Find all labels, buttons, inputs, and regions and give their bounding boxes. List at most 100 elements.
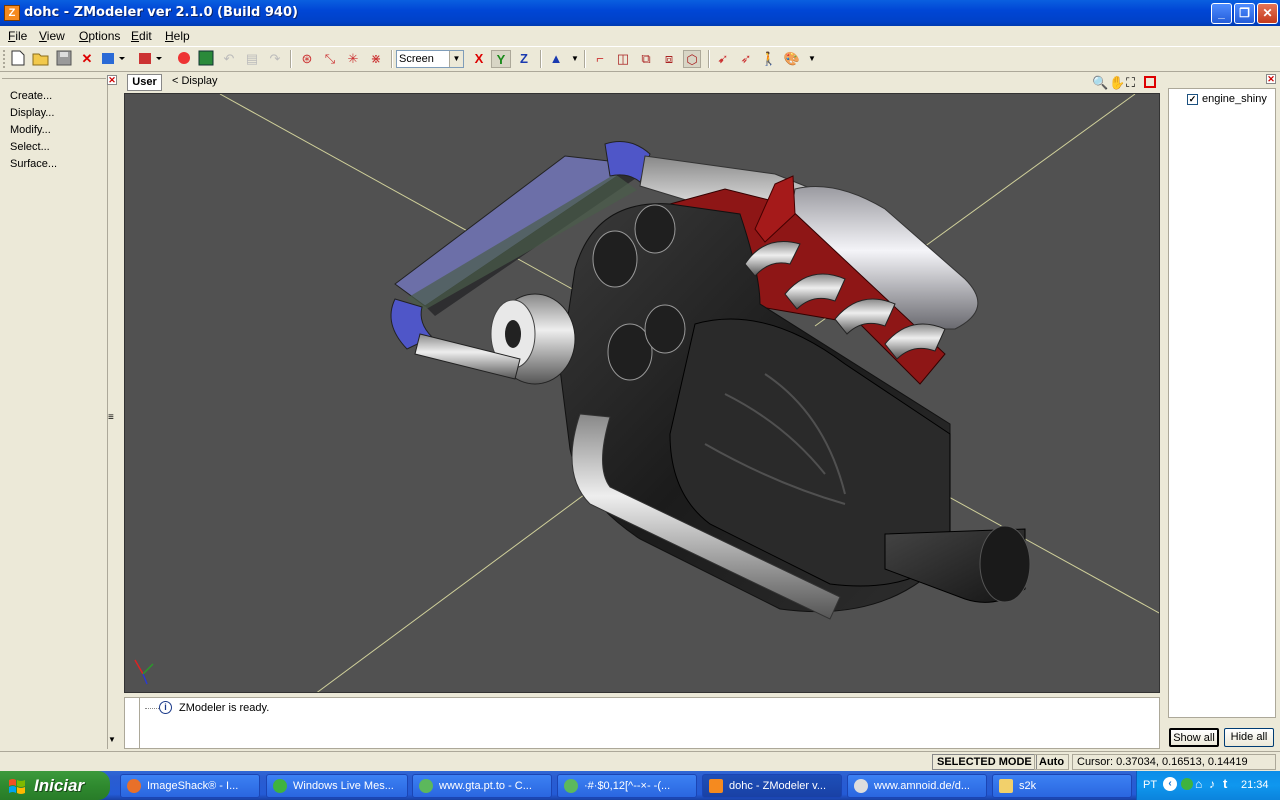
delete-icon[interactable]: ✕ xyxy=(78,50,96,68)
select-vertex-icon[interactable]: ⌐ xyxy=(591,50,609,68)
3d-viewport[interactable] xyxy=(124,93,1160,693)
menu-file[interactable]: File xyxy=(8,29,27,43)
minimize-button[interactable]: _ xyxy=(1211,3,1232,24)
pivot-cone-icon[interactable]: ▲ xyxy=(547,50,565,68)
maximize-viewport-icon[interactable] xyxy=(1144,76,1156,88)
menu-view[interactable]: View xyxy=(39,29,65,43)
command-select[interactable]: Select... xyxy=(10,141,50,153)
command-modify[interactable]: Modify... xyxy=(10,124,51,136)
browser-icon xyxy=(854,779,868,793)
open-folder-icon[interactable] xyxy=(32,50,50,68)
undo-icon[interactable]: ↶ xyxy=(220,50,238,68)
breadcrumb[interactable]: < Display xyxy=(172,75,218,87)
command-panel: ✕ Create... Display... Modify... Select.… xyxy=(0,73,120,750)
log-message: ZModeler is ready. xyxy=(179,702,270,714)
view-name-tab[interactable]: User xyxy=(127,74,162,91)
clipboard-icon[interactable]: ▤ xyxy=(243,50,261,68)
taskbar-item-s2k-folder[interactable]: s2k xyxy=(992,774,1132,798)
toolbar-separator xyxy=(540,50,542,68)
panel-divider xyxy=(2,78,106,79)
start-button[interactable]: Iniciar xyxy=(0,771,110,800)
objects-close-icon[interactable]: ✕ xyxy=(1266,74,1276,84)
record-icon[interactable] xyxy=(175,50,193,68)
select-object-icon[interactable]: ⧈ xyxy=(660,50,678,68)
chevron-down-icon: ▼ xyxy=(449,51,463,67)
tool-magnet-icon[interactable]: ⊛ xyxy=(298,50,316,68)
object-visibility-checkbox[interactable]: ✓ xyxy=(1187,94,1198,105)
tray-app-icon[interactable]: t xyxy=(1223,776,1227,791)
chevron-down-icon[interactable]: ▼ xyxy=(803,50,821,68)
toolbar-separator xyxy=(290,50,292,68)
scroll-down-icon[interactable]: ▼ xyxy=(108,735,116,744)
title-bar: Z dohc - ZModeler ver 2.1.0 (Build 940) … xyxy=(0,0,1280,26)
zmodeler-icon xyxy=(709,779,723,793)
tool-axis-rotate-icon[interactable]: ✳ xyxy=(344,50,362,68)
tool-palette-icon[interactable]: 🎨 xyxy=(783,50,801,68)
tool-axis-move-icon[interactable]: ⤡ xyxy=(321,50,339,68)
new-file-icon[interactable] xyxy=(9,50,27,68)
render-icon[interactable] xyxy=(197,50,215,68)
menu-options[interactable]: Options xyxy=(79,29,120,43)
axis-y-toggle[interactable]: Y xyxy=(491,50,511,68)
redo-icon[interactable]: ↷ xyxy=(266,50,284,68)
axis-z-toggle[interactable]: Z xyxy=(514,50,534,68)
messenger-icon xyxy=(273,779,287,793)
taskbar-item-messenger[interactable]: Windows Live Mes... xyxy=(266,774,408,798)
command-display[interactable]: Display... xyxy=(10,107,54,119)
object-name[interactable]: engine_shiny xyxy=(1202,93,1267,105)
command-surface[interactable]: Surface... xyxy=(10,158,57,170)
clock[interactable]: 21:34 xyxy=(1241,779,1269,791)
language-indicator[interactable]: PT xyxy=(1143,779,1157,791)
windows-flag-icon xyxy=(9,779,25,794)
tray-expand-icon[interactable]: ‹ xyxy=(1163,777,1177,791)
window-title: dohc - ZModeler ver 2.1.0 (Build 940) xyxy=(24,5,298,20)
fit-view-icon[interactable]: ⛶ xyxy=(1126,75,1135,91)
message-log: i ZModeler is ready. xyxy=(124,697,1160,749)
select-all-mode-icon[interactable]: ⬡ xyxy=(683,50,701,68)
tool-arrow-icon[interactable]: ➹ xyxy=(714,50,732,68)
cursor-coordinates: Cursor: 0.37034, 0.16513, 0.14419 xyxy=(1072,754,1276,770)
save-icon[interactable] xyxy=(55,50,73,68)
chevron-down-icon[interactable]: ▼ xyxy=(566,50,584,68)
zmodeler-app-icon[interactable]: Z xyxy=(4,5,20,21)
close-button[interactable]: ✕ xyxy=(1257,3,1278,24)
taskbar-item-imageshack[interactable]: ImageShack® - I... xyxy=(120,774,260,798)
show-all-button[interactable]: Show all xyxy=(1169,728,1219,747)
command-create[interactable]: Create... xyxy=(10,90,52,102)
taskbar-item-amnoid[interactable]: www.amnoid.de/d... xyxy=(847,774,987,798)
messenger-tray-icon[interactable] xyxy=(1181,778,1193,790)
taskbar: Iniciar ImageShack® - I... Windows Live … xyxy=(0,771,1280,800)
pan-hand-icon[interactable]: ✋ xyxy=(1109,75,1125,91)
tool-axis-scale-icon[interactable]: ⋇ xyxy=(367,50,385,68)
system-tray: PT ‹ ⌂ ♪ t 21:34 xyxy=(1136,771,1280,800)
toolbar-grip[interactable] xyxy=(3,50,6,68)
taskbar-item-chat[interactable]: ·#·$0,12[^--×- -(... xyxy=(557,774,697,798)
taskbar-item-zmodeler[interactable]: dohc - ZModeler v... xyxy=(702,774,842,798)
menu-edit[interactable]: Edit xyxy=(131,29,152,43)
firefox-icon xyxy=(127,779,141,793)
viewport-header: < Display 🔍 ✋ ⛶ xyxy=(124,73,1160,93)
zoom-icon[interactable]: 🔍 xyxy=(1092,75,1108,91)
tree-line xyxy=(145,708,159,709)
axis-x-toggle[interactable]: X xyxy=(469,50,489,68)
menu-help[interactable]: Help xyxy=(165,29,190,43)
view-space-select[interactable]: Screen ▼ xyxy=(396,50,464,68)
tool-walker-icon[interactable]: 🚶 xyxy=(760,50,778,68)
taskbar-item-gta-forum[interactable]: www.gta.pt.to - C... xyxy=(412,774,552,798)
chat-icon xyxy=(564,779,578,793)
folder-icon xyxy=(999,779,1013,793)
splitter-grip-icon[interactable]: ≡ xyxy=(108,412,114,423)
select-face-icon[interactable]: ⧉ xyxy=(637,50,655,68)
hide-all-button[interactable]: Hide all xyxy=(1224,728,1274,747)
select-edge-icon[interactable]: ◫ xyxy=(614,50,632,68)
tool-arrow-plus-icon[interactable]: ➶ xyxy=(737,50,755,68)
export-icon[interactable] xyxy=(138,50,162,68)
import-icon[interactable] xyxy=(101,50,125,68)
volume-icon[interactable]: ♪ xyxy=(1209,777,1215,791)
maximize-button[interactable]: ❐ xyxy=(1234,3,1255,24)
selected-mode-indicator: SELECTED MODE xyxy=(932,754,1037,770)
main-toolbar: ✕ ↶ ▤ ↷ ⊛ ⤡ ✳ ⋇ Screen ▼ X Y Z ▲ ▼ ⌐ ◫ ⧉ … xyxy=(0,46,1280,72)
panel-close-icon[interactable]: ✕ xyxy=(107,75,117,85)
start-label: Iniciar xyxy=(34,776,85,795)
network-icon[interactable]: ⌂ xyxy=(1195,777,1202,791)
